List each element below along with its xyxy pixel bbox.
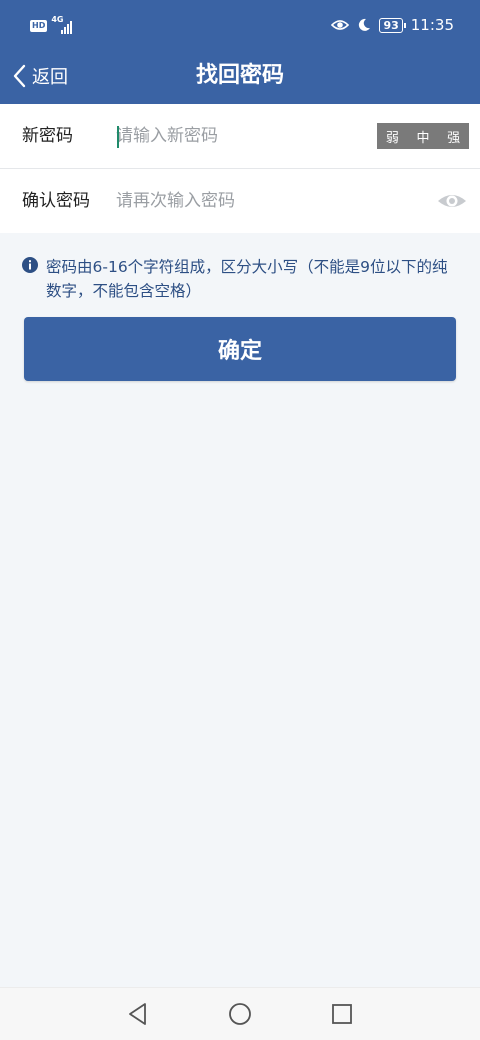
status-bar: HD 4G 93 11:35 — [0, 0, 480, 52]
hd-badge: HD — [30, 20, 48, 32]
password-rules-hint: 密码由6-16个字符组成，区分大小写（不能是9位以下的纯数字，不能包含空格） — [22, 255, 462, 303]
confirm-password-row: 确认密码 — [0, 168, 480, 233]
new-password-row: 新密码 弱 中 强 — [0, 104, 480, 168]
new-password-input[interactable] — [116, 118, 356, 154]
chevron-left-icon — [13, 64, 26, 88]
info-icon — [22, 257, 38, 273]
home-circle-icon[interactable] — [226, 1000, 254, 1028]
strength-strong: 强 — [447, 130, 461, 146]
title-bar: 返回 找回密码 — [0, 52, 480, 104]
password-strength-meter: 弱 中 强 — [377, 123, 469, 149]
signal-icon: 4G — [51, 15, 81, 34]
new-password-label: 新密码 — [22, 126, 73, 146]
recents-square-icon[interactable] — [328, 1000, 356, 1028]
moon-icon — [359, 18, 371, 31]
eye-comfort-icon — [331, 20, 350, 30]
battery-indicator: 93 — [379, 17, 407, 33]
hint-text: 密码由6-16个字符组成，区分大小写（不能是9位以下的纯数字，不能包含空格） — [46, 258, 448, 300]
system-nav-bar — [0, 987, 480, 1040]
back-triangle-icon[interactable] — [124, 1000, 152, 1028]
back-label: 返回 — [32, 67, 68, 88]
back-button[interactable]: 返回 — [12, 52, 68, 100]
text-cursor — [117, 126, 119, 148]
confirm-password-label: 确认密码 — [22, 191, 90, 211]
confirm-password-input[interactable] — [116, 183, 356, 219]
clock: 11:35 — [410, 16, 454, 34]
password-form: 新密码 弱 中 强 确认密码 — [0, 104, 480, 233]
status-left: HD 4G — [30, 15, 81, 34]
page-title: 找回密码 — [195, 63, 284, 88]
strength-medium: 中 — [416, 130, 430, 146]
strength-weak: 弱 — [385, 130, 399, 146]
confirm-button[interactable]: 确定 — [24, 317, 456, 381]
eye-icon[interactable] — [436, 186, 468, 216]
status-right: 93 11:35 — [331, 16, 454, 34]
